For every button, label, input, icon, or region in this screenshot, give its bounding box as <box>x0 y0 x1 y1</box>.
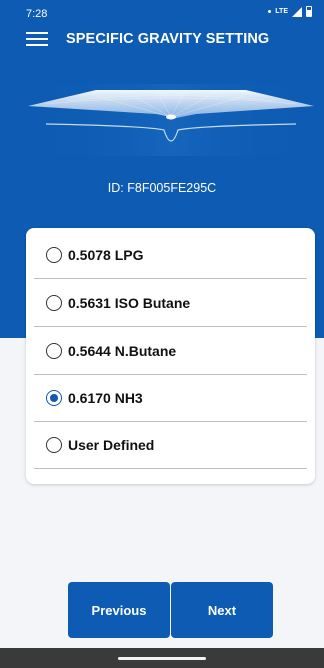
option-label: 0.5631 ISO Butane <box>68 295 191 311</box>
divider <box>34 468 307 469</box>
radio-button[interactable] <box>46 295 62 311</box>
app-bar: SPECIFIC GRAVITY SETTING <box>0 24 324 56</box>
option-label: 0.5644 N.Butane <box>68 343 177 359</box>
next-button[interactable]: Next <box>171 582 273 638</box>
radio-button[interactable] <box>46 437 62 453</box>
status-time: 7:28 <box>26 8 48 20</box>
device-id: ID: F8F005FE295C <box>107 181 217 195</box>
battery-icon <box>306 6 312 17</box>
status-bar: 7:28 LTE <box>0 0 324 24</box>
option-label: 0.6170 NH3 <box>68 390 143 406</box>
previous-button[interactable]: Previous <box>68 582 170 638</box>
page-title: SPECIFIC GRAVITY SETTING <box>66 31 270 47</box>
radio-button-selected[interactable] <box>46 390 62 406</box>
specific-gravity-options-card: 0.5078 LPG 0.5631 ISO Butane 0.5644 N.Bu… <box>26 228 315 484</box>
screen: 7:28 LTE SPECIFIC GRAVITY SETTING ID: F8… <box>0 0 324 668</box>
system-navigation-bar <box>0 648 324 668</box>
radio-button[interactable] <box>46 247 62 263</box>
option-nh3[interactable]: 0.6170 NH3 <box>34 374 307 422</box>
option-n-butane[interactable]: 0.5644 N.Butane <box>34 327 307 375</box>
notification-dot-icon <box>268 10 272 13</box>
tank-gauge-banner <box>26 84 316 156</box>
hamburger-menu-icon[interactable] <box>26 30 48 48</box>
radio-button[interactable] <box>46 343 62 359</box>
signal-icon <box>292 6 302 17</box>
option-lpg[interactable]: 0.5078 LPG <box>34 231 307 279</box>
status-icons: LTE <box>268 6 312 17</box>
home-gesture-handle[interactable] <box>118 657 206 660</box>
option-label: User Defined <box>68 437 155 453</box>
network-type-label: LTE <box>275 8 288 15</box>
option-iso-butane[interactable]: 0.5631 ISO Butane <box>34 279 307 327</box>
option-user-defined[interactable]: User Defined <box>34 421 307 469</box>
option-label: 0.5078 LPG <box>68 247 144 263</box>
